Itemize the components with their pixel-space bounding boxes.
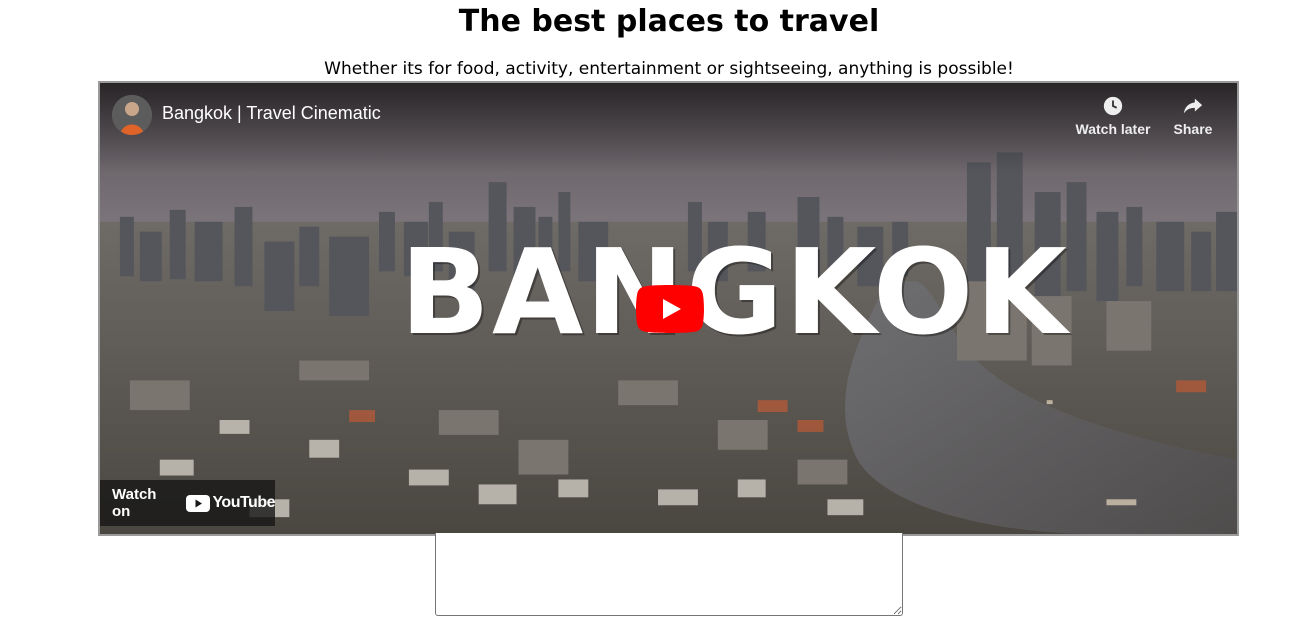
- watch-later-button[interactable]: Watch later: [1068, 95, 1158, 137]
- youtube-wordmark: YouTube: [212, 494, 275, 511]
- watch-later-label: Watch later: [1075, 121, 1151, 137]
- youtube-logo-icon: [186, 494, 211, 512]
- watch-on-youtube-button[interactable]: Watch on YouTube: [100, 480, 275, 526]
- share-arrow-icon: [1183, 98, 1203, 114]
- share-label: Share: [1173, 121, 1213, 137]
- page-title: The best places to travel: [458, 4, 880, 39]
- avatar-image: [112, 95, 152, 135]
- channel-avatar[interactable]: [112, 95, 152, 135]
- page-subtitle: Whether its for food, activity, entertai…: [324, 59, 1014, 79]
- youtube-logo: YouTube: [186, 494, 275, 512]
- top-gradient: [100, 83, 1237, 173]
- video-title[interactable]: Bangkok | Travel Cinematic: [162, 103, 381, 124]
- youtube-embed[interactable]: Bangkok | Travel Cinematic Watch later S…: [98, 81, 1239, 536]
- share-button[interactable]: Share: [1148, 95, 1237, 137]
- text-area[interactable]: [435, 533, 903, 616]
- watch-on-label: Watch on: [112, 486, 157, 520]
- clock-icon: [1103, 96, 1123, 116]
- play-button-icon[interactable]: [636, 285, 704, 333]
